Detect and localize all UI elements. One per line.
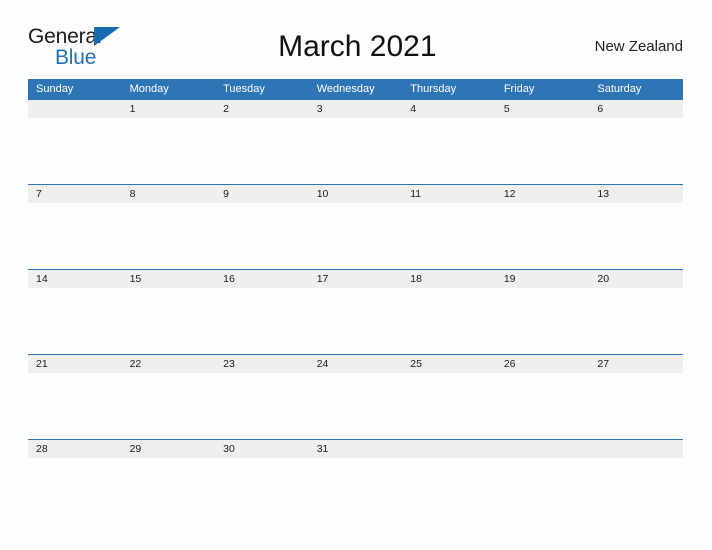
logo-text-blue: Blue <box>55 46 97 69</box>
note-cell[interactable] <box>402 288 496 355</box>
week-note-row <box>28 203 683 270</box>
day-cell[interactable]: 29 <box>121 439 216 458</box>
weekday-header-friday: Friday <box>495 79 590 100</box>
weekday-header-wednesday: Wednesday <box>308 79 403 100</box>
day-cell[interactable]: 28 <box>28 439 122 458</box>
note-cell[interactable] <box>28 373 122 440</box>
note-cell[interactable] <box>215 373 309 440</box>
day-cell[interactable]: 2 <box>215 100 309 118</box>
note-cell[interactable] <box>402 373 496 440</box>
note-cell[interactable] <box>309 118 403 185</box>
note-cell[interactable] <box>496 203 590 270</box>
weekday-header-tuesday: Tuesday <box>215 79 309 100</box>
note-cell[interactable] <box>215 203 309 270</box>
calendar-page: General Blue March 2021 New Zealand Sund… <box>0 0 712 550</box>
date-number-row: 1 2 3 4 5 6 <box>28 100 683 118</box>
note-cell[interactable] <box>589 288 683 355</box>
day-cell[interactable]: 19 <box>495 269 590 288</box>
page-title: March 2021 <box>278 30 437 63</box>
day-cell[interactable]: 6 <box>589 100 683 118</box>
date-number-row: 7 8 9 10 11 12 13 <box>28 184 683 203</box>
date-number-row: 28 29 30 31 <box>28 439 683 458</box>
logo-text-general: General <box>28 25 102 48</box>
weekday-header-monday: Monday <box>121 79 216 100</box>
day-cell[interactable]: 23 <box>215 354 309 373</box>
note-cell[interactable] <box>496 373 590 440</box>
day-cell[interactable]: 15 <box>121 269 216 288</box>
day-cell[interactable]: 13 <box>589 184 683 203</box>
day-cell[interactable]: 8 <box>121 184 216 203</box>
day-cell[interactable]: 9 <box>215 184 309 203</box>
note-cell[interactable] <box>309 373 403 440</box>
note-cell[interactable] <box>28 203 122 270</box>
note-cell[interactable] <box>589 373 683 440</box>
note-cell[interactable] <box>589 458 683 510</box>
note-cell[interactable] <box>122 203 216 270</box>
day-cell[interactable]: 21 <box>28 354 122 373</box>
day-cell[interactable]: 5 <box>495 100 590 118</box>
note-cell[interactable] <box>28 118 122 185</box>
location-label: New Zealand <box>594 38 683 55</box>
note-cell[interactable] <box>496 118 590 185</box>
week-note-row <box>28 118 683 185</box>
day-cell[interactable] <box>589 439 683 458</box>
day-cell[interactable]: 1 <box>121 100 216 118</box>
day-cell[interactable]: 10 <box>308 184 403 203</box>
note-cell[interactable] <box>28 458 122 510</box>
note-cell[interactable] <box>28 288 122 355</box>
note-cell[interactable] <box>589 203 683 270</box>
note-cell[interactable] <box>215 118 309 185</box>
day-cell[interactable]: 11 <box>402 184 496 203</box>
note-cell[interactable] <box>122 458 216 510</box>
weekday-header-thursday: Thursday <box>402 79 496 100</box>
day-cell[interactable]: 12 <box>495 184 590 203</box>
note-cell[interactable] <box>309 458 403 510</box>
day-cell[interactable]: 16 <box>215 269 309 288</box>
day-cell[interactable]: 30 <box>215 439 309 458</box>
day-cell[interactable] <box>495 439 590 458</box>
day-cell[interactable]: 4 <box>402 100 496 118</box>
calendar-table: Sunday Monday Tuesday Wednesday Thursday… <box>28 79 683 510</box>
day-cell[interactable]: 20 <box>589 269 683 288</box>
note-cell[interactable] <box>215 458 309 510</box>
note-cell[interactable] <box>496 458 590 510</box>
day-cell[interactable]: 14 <box>28 269 122 288</box>
date-number-row: 14 15 16 17 18 19 20 <box>28 269 683 288</box>
note-cell[interactable] <box>309 288 403 355</box>
day-cell[interactable]: 22 <box>121 354 216 373</box>
weekday-header-sunday: Sunday <box>28 79 122 100</box>
note-cell[interactable] <box>309 203 403 270</box>
note-cell[interactable] <box>122 373 216 440</box>
day-cell[interactable]: 31 <box>308 439 403 458</box>
date-number-row: 21 22 23 24 25 26 27 <box>28 354 683 373</box>
note-cell[interactable] <box>122 288 216 355</box>
general-blue-logo[interactable]: General Blue <box>28 24 126 70</box>
weekday-header-row: Sunday Monday Tuesday Wednesday Thursday… <box>28 79 683 100</box>
note-cell[interactable] <box>402 203 496 270</box>
note-cell[interactable] <box>402 458 496 510</box>
day-cell[interactable] <box>28 100 122 118</box>
week-note-row <box>28 458 683 510</box>
day-cell[interactable] <box>402 439 496 458</box>
note-cell[interactable] <box>215 288 309 355</box>
day-cell[interactable]: 27 <box>589 354 683 373</box>
note-cell[interactable] <box>122 118 216 185</box>
day-cell[interactable]: 26 <box>495 354 590 373</box>
day-cell[interactable]: 3 <box>308 100 403 118</box>
note-cell[interactable] <box>496 288 590 355</box>
page-header: General Blue March 2021 New Zealand <box>28 22 683 72</box>
logo-triangle-icon <box>94 27 120 46</box>
day-cell[interactable]: 7 <box>28 184 122 203</box>
day-cell[interactable]: 24 <box>308 354 403 373</box>
weekday-header-saturday: Saturday <box>589 79 683 100</box>
note-cell[interactable] <box>589 118 683 185</box>
week-note-row <box>28 288 683 355</box>
day-cell[interactable]: 17 <box>308 269 403 288</box>
week-note-row <box>28 373 683 440</box>
day-cell[interactable]: 18 <box>402 269 496 288</box>
note-cell[interactable] <box>402 118 496 185</box>
day-cell[interactable]: 25 <box>402 354 496 373</box>
